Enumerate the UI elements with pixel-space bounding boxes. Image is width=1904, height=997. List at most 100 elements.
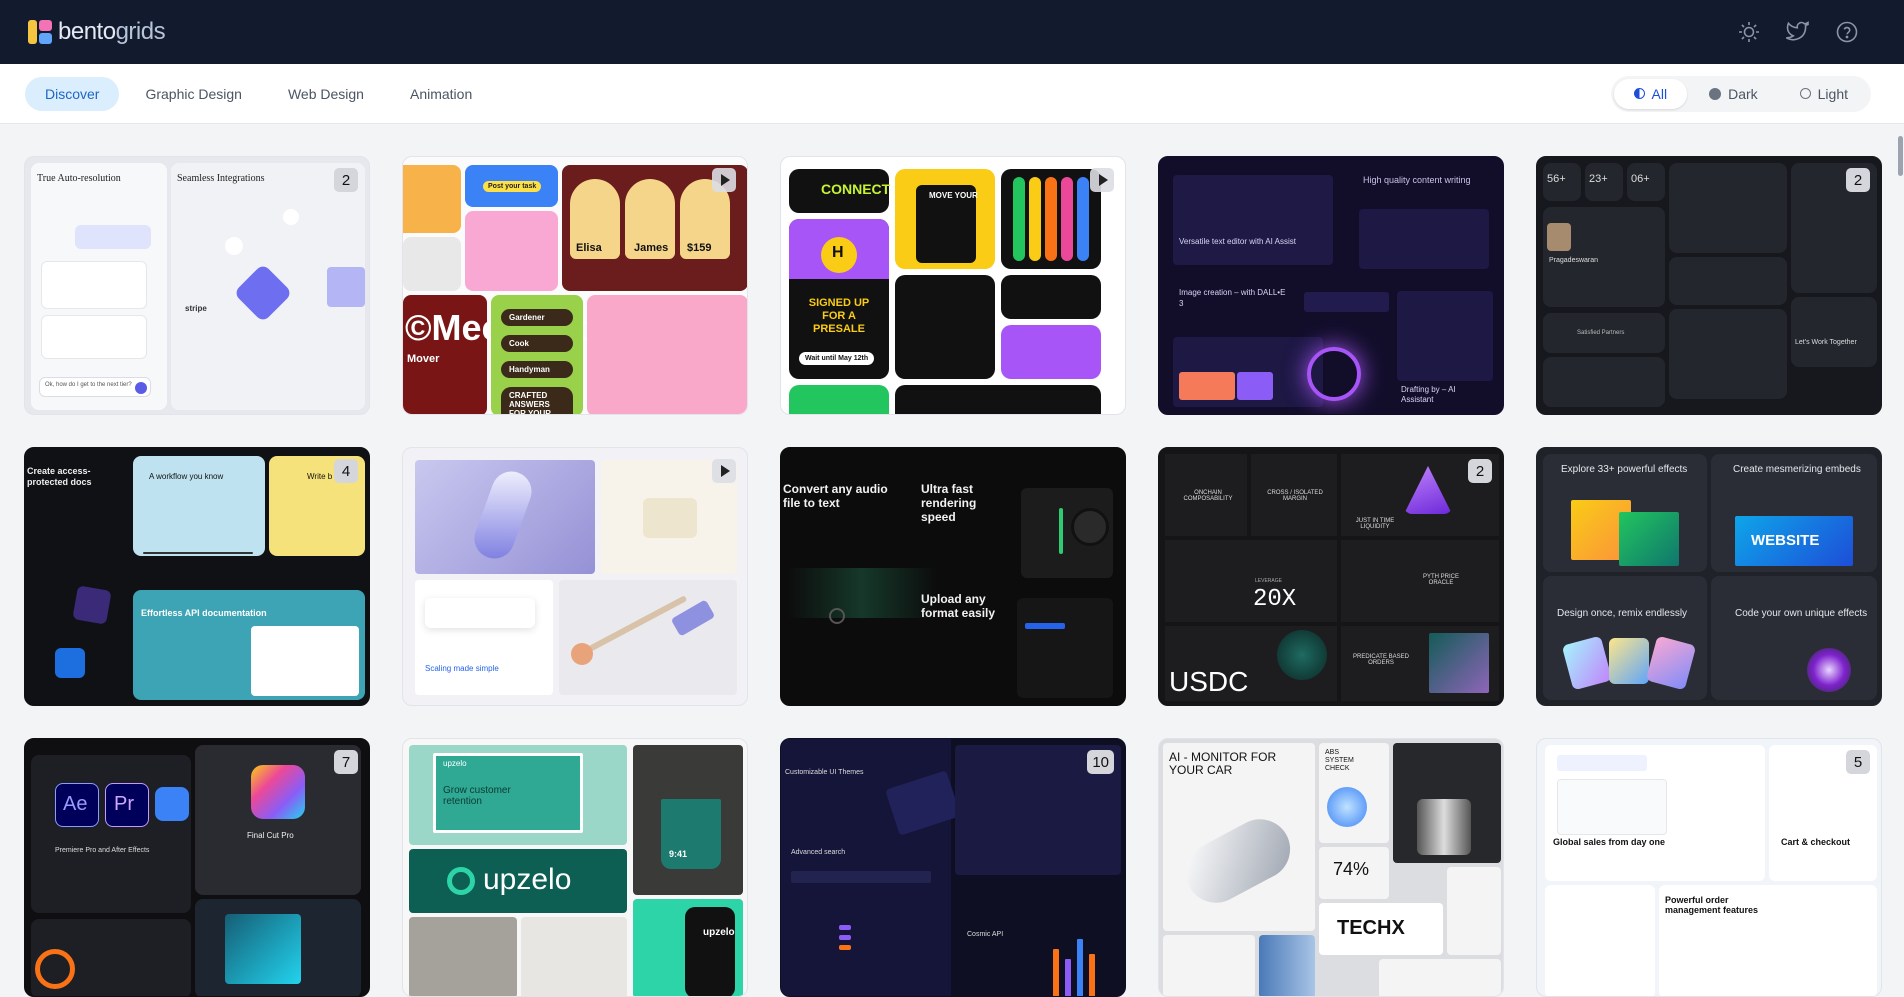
video-play-icon (712, 168, 736, 192)
card-text: Gardener (501, 309, 573, 326)
video-play-icon (1090, 168, 1114, 192)
dark-circle-icon (1709, 87, 1722, 100)
bento-card[interactable]: Create access-protected docs A workflow … (24, 447, 370, 706)
card-text: Global sales from day one (1553, 837, 1666, 847)
light-circle-icon (1799, 88, 1811, 99)
card-text: Satisfied Partners (1577, 330, 1625, 336)
card-text: TECHX (1337, 917, 1405, 939)
card-text: stripe (185, 304, 207, 313)
bento-card[interactable]: upzelo Grow customer retention 9:41 upze… (402, 738, 748, 997)
scrollbar-thumb[interactable] (1898, 136, 1903, 176)
tab-animation[interactable]: Animation (390, 77, 492, 111)
card-text: Mover (407, 353, 440, 365)
theme-light-button[interactable]: Light (1780, 79, 1868, 109)
brand-name: bentogrids (58, 18, 166, 45)
card-text: Let's Work Together (1795, 339, 1857, 346)
card-text: PREDICATE BASED ORDERS (1353, 654, 1409, 666)
card-text: Upload any format easily (921, 592, 996, 620)
card-text: USDC (1169, 666, 1249, 697)
bento-card[interactable]: Customizable UI Themes Advanced search C… (780, 738, 1126, 997)
bento-card[interactable]: Global sales from day one Cart & checkou… (1536, 738, 1882, 997)
bento-card[interactable]: Ae Pr Premiere Pro and After Effects Fin… (24, 738, 370, 997)
card-text: Handyman (501, 361, 573, 378)
image-count-badge: 10 (1087, 750, 1114, 774)
video-play-icon (712, 459, 736, 483)
card-text: JUST IN TIME LIQUIDITY (1355, 518, 1395, 530)
bento-card[interactable]: CONNECT H SIGNED UP FOR A PRESALE Wait u… (780, 156, 1126, 415)
card-text: Elisa (576, 242, 602, 254)
card-text: Cosmic API (967, 931, 1004, 938)
bento-card[interactable]: ONCHAIN COMPOSABILITY CROSS / ISOLATED M… (1158, 447, 1504, 706)
card-text: 9:41 (669, 849, 688, 859)
bento-card[interactable]: Post your task Elisa James $159 ©Mechani… (402, 156, 748, 415)
card-text: CRAFTED ANSWERS FOR YOUR HOME (501, 387, 573, 414)
card-text: Scaling made simple (425, 664, 499, 673)
top-navbar: bentogrids (0, 0, 1904, 64)
image-count-badge: 4 (334, 459, 358, 483)
card-text: Cook (501, 335, 573, 352)
brand-logo[interactable]: bentogrids (28, 18, 166, 46)
card-text: AI - MONITOR FOR YOUR CAR (1169, 750, 1277, 777)
category-bar: Discover Graphic Design Web Design Anima… (0, 64, 1904, 124)
card-text: Explore 33+ powerful effects (1561, 464, 1688, 475)
card-text: Write b (307, 472, 333, 481)
theme-filter: All Dark Light (1610, 75, 1871, 112)
tab-graphic-design[interactable]: Graphic Design (125, 77, 262, 111)
theme-all-button[interactable]: All (1613, 78, 1688, 109)
card-text: Grow customer retention (443, 785, 511, 807)
card-text: CONNECT (821, 181, 891, 197)
card-text: H (832, 244, 844, 261)
card-text: Code your own unique effects (1735, 608, 1868, 619)
bento-grid: True Auto-resolution Seamless Integratio… (24, 156, 1882, 997)
card-text: $159 (687, 242, 712, 254)
card-text: Pr (114, 793, 134, 815)
card-text: Image creation – with DALL•E 3 (1179, 288, 1286, 308)
sun-icon[interactable] (1738, 21, 1760, 43)
card-text: Cart & checkout (1781, 837, 1851, 847)
logo-mark-icon (28, 20, 52, 44)
card-text: Create mesmerizing embeds (1733, 464, 1861, 475)
card-text: True Auto-resolution (37, 173, 121, 184)
bento-card[interactable]: True Auto-resolution Seamless Integratio… (24, 156, 370, 415)
card-text: upzelo (703, 927, 735, 938)
bento-card[interactable]: AI - MONITOR FOR YOUR CAR ABS SYSTEM CHE… (1158, 738, 1504, 997)
twitter-icon[interactable] (1786, 21, 1810, 43)
bento-card[interactable]: High quality content writing Versatile t… (1158, 156, 1504, 415)
card-text: upzelo (443, 759, 467, 768)
card-text: Versatile text editor with AI Assist (1179, 237, 1296, 246)
card-text: upzelo (483, 863, 572, 896)
card-text: ONCHAIN COMPOSABILITY (1183, 490, 1233, 502)
card-text: LEVERAGE (1255, 578, 1282, 584)
card-text: Powerful order management features (1665, 895, 1759, 915)
card-text: High quality content writing (1363, 175, 1471, 185)
bento-card[interactable]: Convert any audio file to text Ultra fas… (780, 447, 1126, 706)
image-count-badge: 7 (334, 750, 358, 774)
card-text: 56+ (1547, 173, 1566, 185)
card-text: PYTH PRICE ORACLE (1422, 574, 1459, 586)
card-text: Effortless API documentation (141, 608, 267, 618)
bento-card[interactable]: Scaling made simple (402, 447, 748, 706)
card-text: Post your task (483, 181, 542, 192)
card-text: MOVE YOUR (929, 191, 978, 200)
card-text: 06+ (1631, 173, 1650, 185)
card-text: 20X (1253, 586, 1297, 613)
page-scrollbar[interactable] (1896, 124, 1904, 959)
half-circle-icon (1633, 88, 1645, 99)
tab-discover[interactable]: Discover (25, 76, 120, 111)
card-text: SIGNED UP FOR A PRESALE (808, 297, 870, 335)
card-text: Ae (63, 793, 88, 815)
card-text: Ok, how do I get to the next tier? (45, 382, 132, 388)
image-count-badge: 2 (334, 168, 358, 192)
image-count-badge: 2 (1846, 168, 1870, 192)
tab-web-design[interactable]: Web Design (268, 77, 384, 111)
card-text: WEBSITE (1751, 532, 1820, 549)
card-text: Advanced search (791, 849, 846, 856)
bento-card[interactable]: Explore 33+ powerful effects Create mesm… (1536, 447, 1882, 706)
card-text: James (634, 242, 669, 254)
help-icon[interactable] (1836, 21, 1858, 43)
card-text: CROSS / ISOLATED MARGIN (1267, 490, 1323, 502)
card-text: Final Cut Pro (247, 831, 294, 840)
bento-card[interactable]: 56+ 23+ 06+ Pragadeswaran Satisfied Part… (1536, 156, 1882, 415)
card-text: Premiere Pro and After Effects (55, 847, 150, 854)
theme-dark-button[interactable]: Dark (1689, 79, 1778, 109)
